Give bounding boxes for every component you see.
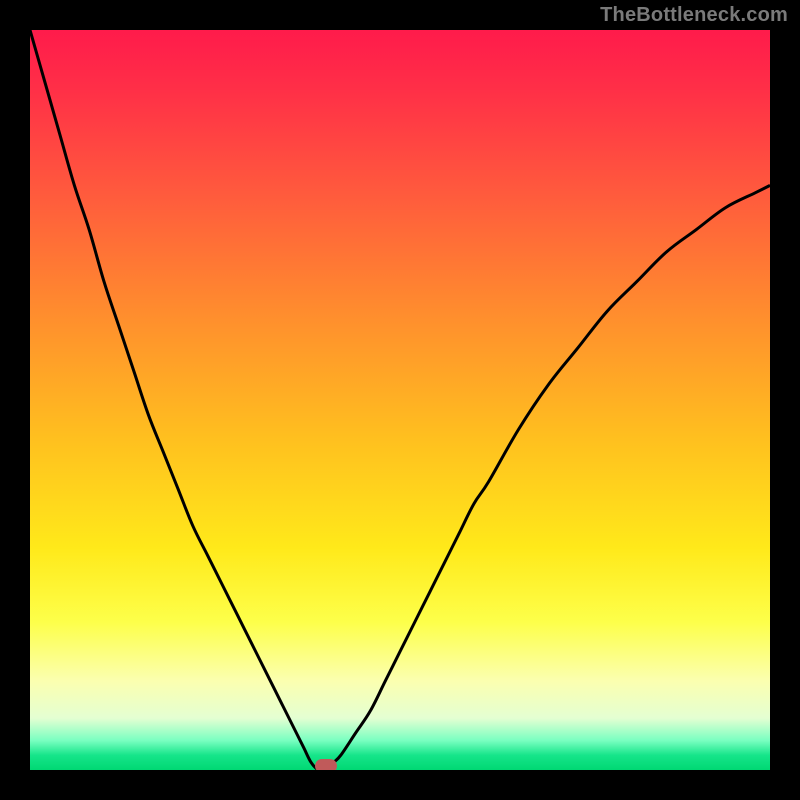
chart-frame: TheBottleneck.com: [0, 0, 800, 800]
curve-path: [30, 30, 770, 770]
plot-area: [30, 30, 770, 770]
watermark-text: TheBottleneck.com: [600, 4, 788, 27]
optimum-marker: [315, 759, 337, 770]
bottleneck-curve: [30, 30, 770, 770]
